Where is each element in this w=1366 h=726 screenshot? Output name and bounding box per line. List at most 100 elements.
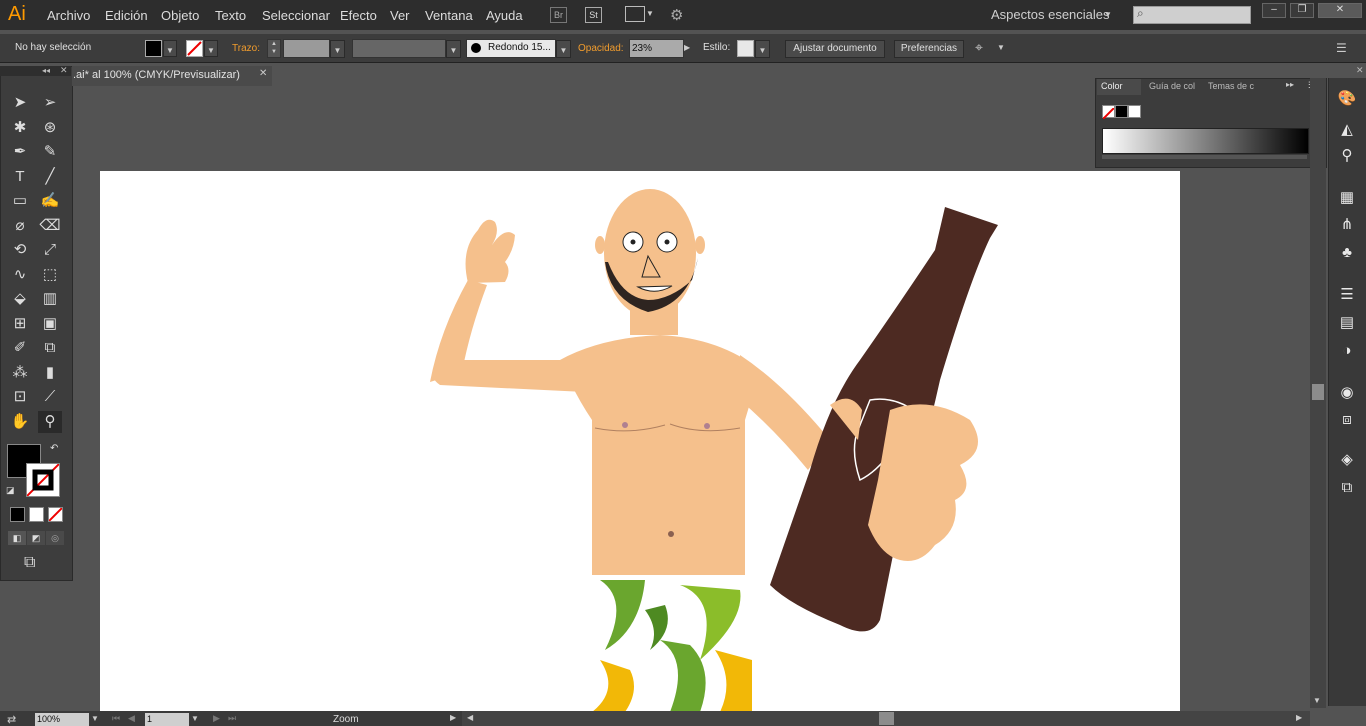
- close-tab-icon[interactable]: ✕: [259, 68, 267, 79]
- close-button[interactable]: ✕: [1318, 3, 1362, 18]
- gradient-panel-icon[interactable]: ▤: [1336, 313, 1358, 333]
- menu-texto[interactable]: Texto: [215, 8, 246, 23]
- chevron-down-icon[interactable]: ▼: [646, 9, 654, 18]
- artboard-icon[interactable]: ⊡: [8, 386, 32, 408]
- vertical-scroll-thumb[interactable]: [1312, 384, 1324, 400]
- chevron-down-icon[interactable]: ▼: [166, 46, 174, 55]
- chevron-down-icon[interactable]: ▼: [997, 43, 1005, 52]
- variable-width-profile[interactable]: [352, 39, 446, 58]
- warp-icon[interactable]: ∿: [8, 264, 32, 286]
- bridge-icon[interactable]: Br: [550, 7, 567, 23]
- tab-color-themes[interactable]: Temas de c: [1208, 81, 1254, 91]
- slice-icon[interactable]: ⟋: [38, 386, 62, 408]
- artboards-icon[interactable]: ⧉: [1336, 478, 1358, 498]
- gpu-performance-icon[interactable]: ⚙: [670, 6, 683, 24]
- hand-icon[interactable]: ✋: [8, 411, 32, 433]
- minimize-button[interactable]: –: [1262, 3, 1286, 18]
- layers-icon[interactable]: ◈: [1336, 450, 1358, 470]
- lasso-icon[interactable]: ⊛: [38, 117, 62, 139]
- close-dock-icon[interactable]: ✕: [1356, 65, 1364, 76]
- transparency-icon[interactable]: ◑: [1336, 341, 1358, 361]
- rotate-icon[interactable]: ⟲: [8, 239, 32, 261]
- menu-seleccionar[interactable]: Seleccionar: [262, 8, 330, 23]
- brush-icon[interactable]: ✍: [38, 190, 62, 212]
- next-page-icon[interactable]: ▶: [213, 713, 220, 724]
- brush-definition[interactable]: Redondo 15...: [466, 39, 556, 58]
- close-icon[interactable]: ✕: [60, 65, 68, 76]
- chevron-right-icon[interactable]: ▶: [684, 43, 690, 52]
- scale-icon[interactable]: ⤢: [38, 239, 62, 261]
- horizontal-scroll-thumb[interactable]: [879, 712, 894, 725]
- menu-archivo[interactable]: Archivo: [47, 8, 90, 23]
- zoom-icon[interactable]: ⚲: [38, 410, 62, 433]
- opacity-field[interactable]: 23%: [629, 39, 684, 58]
- blob-brush-icon[interactable]: ⌀: [8, 215, 32, 237]
- draw-inside-icon[interactable]: ◎: [46, 531, 64, 545]
- tab-color-guide[interactable]: Guía de col: [1149, 81, 1195, 91]
- perspective-icon[interactable]: ▥: [38, 288, 62, 310]
- maximize-button[interactable]: ❐: [1290, 3, 1314, 18]
- swap-colors-icon[interactable]: ↶: [50, 443, 58, 454]
- pen-icon[interactable]: ✒: [8, 141, 32, 163]
- zoom-field[interactable]: 100%: [35, 713, 89, 726]
- document-setup-button[interactable]: Ajustar documento: [785, 40, 885, 58]
- chevron-down-icon[interactable]: ▼: [759, 46, 767, 55]
- curvature-icon[interactable]: ✎: [38, 141, 62, 163]
- brushes-icon[interactable]: ⋔: [1336, 215, 1358, 235]
- fill-swatch[interactable]: [145, 40, 162, 57]
- free-transform-icon[interactable]: ⬚: [38, 264, 62, 286]
- color-guide-icon[interactable]: ◭: [1336, 120, 1358, 140]
- menu-ayuda[interactable]: Ayuda: [486, 8, 523, 23]
- artboard[interactable]: [100, 171, 1180, 711]
- first-page-icon[interactable]: ⏮: [112, 713, 120, 724]
- color-mode-button[interactable]: [10, 507, 25, 522]
- menu-objeto[interactable]: Objeto: [161, 8, 199, 23]
- rectangle-icon[interactable]: ▭: [8, 190, 32, 212]
- stroke-weight-field[interactable]: [283, 39, 330, 58]
- status-toggle-icon[interactable]: ⇄: [7, 713, 16, 726]
- workspace-switcher[interactable]: Aspectos esenciales: [991, 7, 1110, 22]
- panel-menu-icon[interactable]: ☰: [1336, 41, 1347, 55]
- magic-wand-icon[interactable]: ✱: [8, 117, 32, 139]
- stock-icon[interactable]: St: [585, 7, 602, 23]
- direct-selection-tool-icon[interactable]: ➢: [38, 92, 62, 114]
- line-icon[interactable]: ╱: [38, 166, 62, 188]
- blend-icon[interactable]: ⧉: [38, 337, 62, 359]
- status-menu-icon[interactable]: ▶: [450, 713, 456, 722]
- gradient-icon[interactable]: ▣: [38, 313, 62, 335]
- arrange-documents-icon[interactable]: [625, 6, 645, 22]
- white-swatch[interactable]: [1128, 105, 1141, 118]
- collapse-icon[interactable]: ◂◂: [42, 66, 50, 75]
- last-page-icon[interactable]: ⏭: [228, 713, 236, 724]
- menu-edicion[interactable]: Edición: [105, 8, 148, 23]
- none-swatch[interactable]: [1102, 105, 1115, 120]
- graphic-styles-icon[interactable]: ⧈: [1336, 410, 1358, 430]
- chevron-down-icon[interactable]: ▼: [1104, 10, 1112, 19]
- eraser-icon[interactable]: ⌫: [38, 215, 62, 237]
- prev-page-icon[interactable]: ◀: [128, 713, 135, 724]
- gradient-mode-button[interactable]: [29, 507, 44, 522]
- color-spectrum[interactable]: [1102, 128, 1309, 154]
- eyedropper-icon[interactable]: ✐: [8, 337, 32, 359]
- swatches-icon[interactable]: ▦: [1336, 188, 1358, 208]
- none-mode-button[interactable]: [48, 507, 63, 522]
- draw-behind-icon[interactable]: ◩: [27, 531, 45, 545]
- chevron-down-icon[interactable]: ▼: [334, 46, 342, 55]
- chevron-down-icon[interactable]: ▼: [450, 46, 458, 55]
- stroke-panel-icon[interactable]: ☰: [1336, 285, 1358, 305]
- appearance-icon[interactable]: ◉: [1336, 383, 1358, 403]
- arrange-icon[interactable]: ⌖: [975, 39, 983, 56]
- menu-ver[interactable]: Ver: [390, 8, 410, 23]
- stroke-stepper[interactable]: ▲ ▼: [267, 39, 281, 58]
- shape-builder-icon[interactable]: ⬙: [8, 288, 32, 310]
- symbol-sprayer-icon[interactable]: ⁂: [8, 362, 32, 384]
- expand-panel-icon[interactable]: ▸▸: [1286, 80, 1294, 89]
- preferences-button[interactable]: Preferencias: [894, 40, 964, 58]
- menu-efecto[interactable]: Efecto: [340, 8, 377, 23]
- symbols-icon[interactable]: ♣: [1336, 243, 1358, 263]
- tab-color[interactable]: Color: [1097, 79, 1141, 95]
- chevron-down-icon[interactable]: ▼: [91, 714, 99, 723]
- graphic-style-swatch[interactable]: [737, 40, 754, 57]
- graph-icon[interactable]: ▮: [38, 362, 62, 384]
- stroke-swatch[interactable]: [186, 40, 203, 57]
